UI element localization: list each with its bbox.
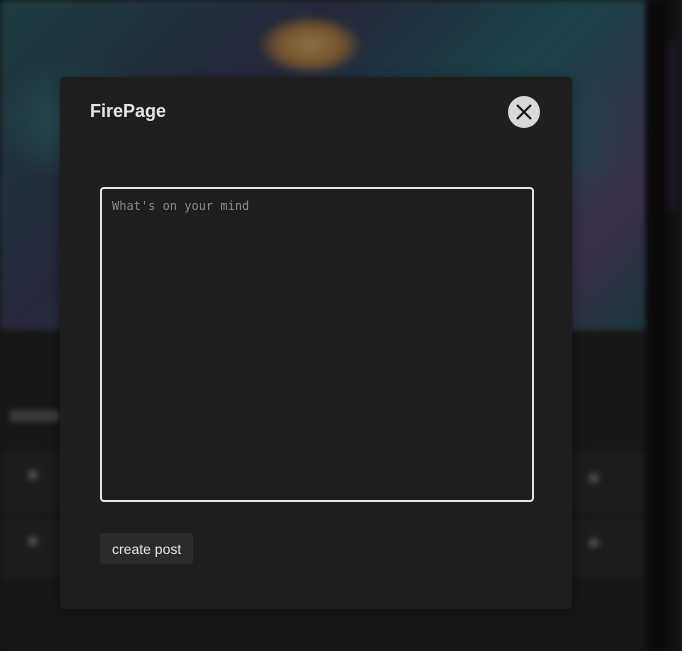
close-button[interactable] (508, 96, 540, 128)
create-post-button[interactable]: create post (100, 533, 194, 564)
post-input[interactable] (100, 187, 534, 502)
create-post-modal: FirePage create post (60, 77, 572, 609)
close-icon (515, 103, 533, 121)
modal-title: FirePage (90, 101, 167, 121)
page: FirePage create post (0, 0, 682, 651)
